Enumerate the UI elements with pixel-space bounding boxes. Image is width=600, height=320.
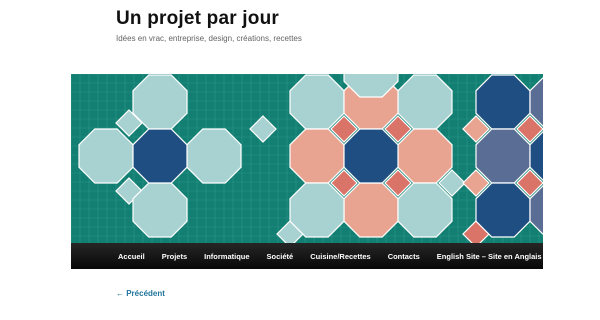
nav-item-contacts[interactable]: Contacts [388,252,420,261]
nav-item-societe[interactable]: Société [267,252,294,261]
octagon-tile [343,128,399,184]
octagon-tile [289,182,345,238]
octagon-tile [132,74,188,130]
octagon-tile [78,128,134,184]
octagon-tile [132,128,188,184]
nav-item-cuisine-recettes[interactable]: Cuisine/Recettes [310,252,370,261]
octagon-tile [289,74,345,130]
octagon-tile [186,128,242,184]
nav-item-projets[interactable]: Projets [162,252,187,261]
octagon-tile [475,128,531,184]
nav-item-informatique[interactable]: Informatique [204,252,249,261]
main-navigation: Accueil Projets Informatique Société Cui… [71,243,543,269]
octagon-tile [397,74,453,130]
header-image [71,74,543,243]
octagon-tile [475,182,531,238]
site-description: Idées en vrac, entreprise, design, créat… [116,34,302,43]
tile-pattern-image [71,74,543,243]
nav-item-accueil[interactable]: Accueil [118,252,145,261]
previous-post-link[interactable]: ← Précédent [116,289,165,298]
octagon-tile [397,128,453,184]
site-title[interactable]: Un projet par jour [116,8,279,30]
octagon-tile [132,182,188,238]
octagon-tile [289,128,345,184]
octagon-tile [397,182,453,238]
octagon-tile [475,74,531,130]
octagon-tile [343,182,399,238]
nav-item-english-site[interactable]: English Site – Site en Anglais [437,252,542,261]
diamond-tile [249,115,277,143]
